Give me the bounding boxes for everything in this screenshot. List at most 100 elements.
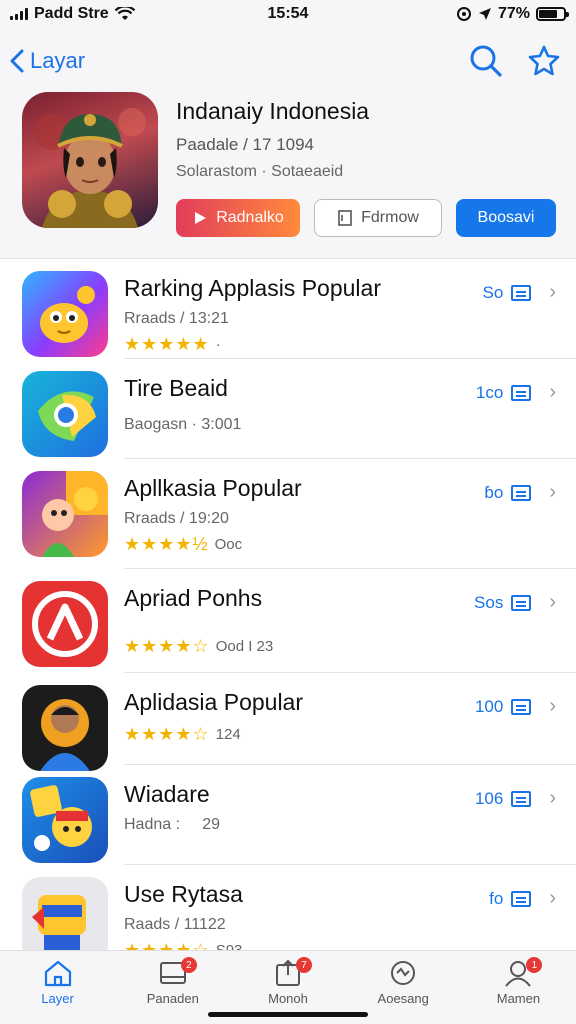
play-button[interactable]: Radnalko [176, 199, 300, 237]
list-item[interactable]: Rarking Applasis Popular Rraads / 13:21 … [0, 259, 576, 359]
status-left: Padd Stre [10, 5, 210, 23]
app-rating: ★★★★★ · [124, 334, 576, 355]
app-icon [22, 777, 108, 863]
list-item[interactable]: Apllkasia Popular Rraads / 19:20 ★★★★½ O… [0, 459, 576, 569]
app-icon [22, 271, 108, 357]
back-button[interactable]: Layar [10, 48, 85, 74]
rating-stars: ★★★★☆ [124, 636, 210, 656]
app-count: 1co [475, 382, 504, 402]
featured-developer: Solarastom · Sotaeaeid [176, 163, 344, 180]
app-meta [124, 620, 576, 630]
wifi-icon [114, 7, 135, 20]
app-count: fo [489, 888, 504, 908]
document-icon [338, 210, 352, 226]
app-action[interactable]: fo › [489, 887, 556, 910]
app-action[interactable]: ɓo › [484, 481, 556, 504]
tab-label: Mamen [496, 991, 541, 1006]
list-icon [511, 698, 532, 715]
app-count: 106 [474, 788, 504, 808]
app-action[interactable]: Sos › [474, 591, 556, 614]
list-item[interactable]: Use Rytasa Raads / 11122 ★★★★☆ S93 fo › [0, 865, 576, 950]
tab-layer[interactable]: Layer [0, 951, 115, 1024]
featured-title: Indanaiy Indonesia [176, 98, 370, 124]
app-icon [22, 471, 108, 557]
battery-label: 77% [497, 5, 530, 22]
battery-icon [536, 7, 569, 21]
search-icon [470, 45, 502, 77]
list-icon [511, 594, 532, 611]
list-icon [511, 384, 532, 401]
app-count: Sos [474, 592, 504, 612]
search-button[interactable] [464, 39, 508, 83]
app-action[interactable]: 1co › [476, 381, 556, 404]
app-meta: Rraads / 13:21 [124, 310, 229, 327]
back-label: Layar [30, 48, 86, 73]
chevron-right-icon: › [549, 481, 556, 503]
tab-mamen[interactable]: 1 Mamen [461, 951, 576, 1024]
rating-stars: ★★★★☆ [124, 724, 210, 744]
star-bookmark-icon [528, 45, 560, 76]
person-avatar-icon [40, 699, 90, 771]
warrior-character-icon [34, 108, 146, 228]
app-icon [22, 581, 108, 667]
browser-icon [38, 391, 96, 441]
rating-text: Ooc [214, 536, 243, 553]
signal-icon [10, 8, 28, 20]
game-character-icon [30, 785, 92, 851]
featured-subtitle: Paadale / 17 1094 [176, 135, 315, 154]
cartoon-characters-icon [42, 471, 108, 557]
app-list: Rarking Applasis Popular Rraads / 13:21 … [0, 258, 576, 950]
chevron-right-icon: › [549, 695, 556, 717]
nav-bar: Layar [0, 36, 576, 86]
play-button-label: Radnalko [216, 209, 284, 226]
app-meta: Rraads / 19:20 [124, 510, 229, 527]
app-meta: Hadna : 29 [124, 816, 221, 833]
app-action[interactable]: 100 › [475, 695, 556, 718]
list-item[interactable]: Wiadare Hadna : 29 106 › [0, 765, 576, 865]
list-item[interactable]: Aplidasia Popular ★★★★☆ 124 100 › [0, 673, 576, 771]
app-icon [22, 877, 108, 950]
lock-rotation-icon [456, 7, 471, 21]
chevron-right-icon: › [549, 887, 556, 909]
home-indicator [208, 1012, 368, 1017]
list-icon [511, 790, 532, 807]
app-rating: ★★★★☆ Ood I 23 [124, 636, 576, 657]
rating-stars: ★★★★½ [124, 534, 209, 554]
app-action[interactable]: So › [483, 281, 556, 304]
primary-button[interactable]: Boosavi [456, 199, 556, 237]
app-rating: ★★★★☆ 124 [124, 724, 576, 745]
rating-stars: ★★★★☆ [124, 940, 210, 950]
app-count: ɓo [484, 482, 504, 502]
app-count: So [482, 282, 504, 302]
list-icon [511, 484, 532, 501]
app-meta: Baogasn · 3:001 [124, 416, 242, 433]
blocky-character-icon [32, 895, 86, 950]
featured-info: Indanaiy Indonesia Paadale / 17 1094 Sol… [176, 92, 556, 258]
rating-stars: ★★★★★ [124, 334, 210, 354]
favorite-button[interactable] [522, 39, 566, 83]
list-item[interactable]: Apriad Ponhs ★★★★☆ Ood I 23 Sos › [0, 569, 576, 673]
featured-app-icon[interactable] [22, 92, 158, 228]
app-count: 100 [474, 696, 504, 716]
tab-label: Panaden [146, 991, 199, 1006]
app-action[interactable]: 106 › [475, 787, 556, 810]
primary-button-label: Boosavi [477, 209, 535, 226]
list-item[interactable]: Tire Beaid Baogasn · 3:001 1co › [0, 359, 576, 459]
home-icon [44, 960, 71, 987]
app-rating: ★★★★½ Ooc [124, 534, 576, 555]
rating-text: · [215, 336, 221, 353]
chevron-right-icon: › [549, 381, 556, 403]
app-icon [22, 685, 108, 771]
status-bar: Padd Stre 15:54 77% [0, 0, 576, 28]
rating-text: S93 [216, 942, 243, 950]
monster-mascot-icon [40, 286, 95, 343]
tab-badge: 1 [526, 957, 543, 973]
chevron-right-icon: › [549, 787, 556, 809]
app-meta: Raads / 11122 [124, 916, 226, 933]
secondary-button-label: Fdrmow [361, 209, 419, 226]
secondary-button[interactable]: Fdrmow [314, 199, 442, 237]
app-rating: ★★★★☆ S93 [124, 940, 576, 950]
list-icon [511, 284, 532, 301]
rating-text: Ood I 23 [215, 638, 274, 655]
chevron-right-icon: › [549, 591, 556, 613]
